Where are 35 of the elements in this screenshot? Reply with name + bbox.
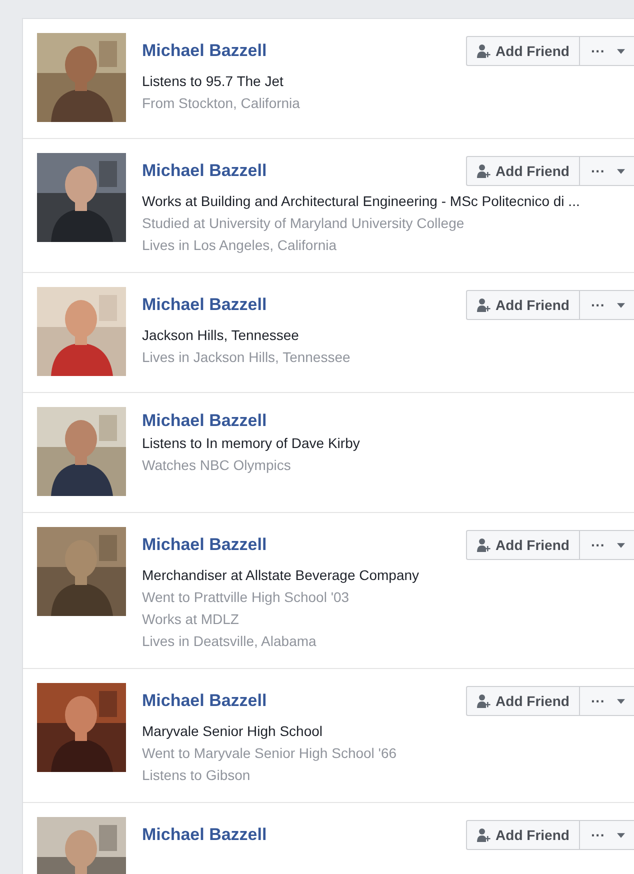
profile-detail: Listens to Gibson xyxy=(142,766,252,785)
add-friend-button[interactable]: Add Friend xyxy=(466,156,580,186)
profile-name-link[interactable]: Michael Bazzell xyxy=(142,691,267,711)
more-options-button[interactable]: ··· xyxy=(580,530,634,560)
profile-detail: Studied at University of Maryland University College xyxy=(142,214,466,233)
profile-detail: Went to Prattville High School '03 xyxy=(142,588,350,607)
more-options-button[interactable]: ··· xyxy=(580,156,634,186)
profile-detail: Lives in Los Angeles, California xyxy=(142,236,338,255)
more-options-button[interactable]: ··· xyxy=(580,36,634,66)
profile-detail: Went to Maryvale Senior High School '66 xyxy=(142,744,398,763)
profile-detail: Works at Building and Architectural Engineering - MSc Politecnico di ... xyxy=(142,192,581,211)
profile-detail: Watches NBC Olympics xyxy=(142,456,292,475)
profile-detail: Listens to 95.7 The Jet xyxy=(142,72,284,91)
profile-name-link[interactable]: Michael Bazzell xyxy=(142,535,267,555)
profile-name-link[interactable]: Michael Bazzell xyxy=(142,411,267,431)
profile-detail: From Stockton, California xyxy=(142,94,301,113)
profile-name-link[interactable]: Michael Bazzell xyxy=(142,295,267,315)
profile-name-link[interactable]: Michael Bazzell xyxy=(142,41,267,61)
more-options-button[interactable]: ··· xyxy=(580,686,634,716)
more-options-button[interactable]: ··· xyxy=(580,820,634,850)
more-options-button[interactable]: ··· xyxy=(580,290,634,320)
profile-detail: Jackson Hills, Tennessee xyxy=(142,326,300,345)
add-friend-button[interactable]: Add Friend xyxy=(466,290,580,320)
profile-detail: Works at MDLZ xyxy=(142,610,240,629)
add-friend-button[interactable]: Add Friend xyxy=(466,820,580,850)
add-friend-button[interactable]: Add Friend xyxy=(466,36,580,66)
profile-detail: Listens to In memory of Dave Kirby xyxy=(142,434,361,453)
profile-detail: Maryvale Senior High School xyxy=(142,722,324,741)
profile-name-link[interactable]: Michael Bazzell xyxy=(142,825,267,845)
profile-detail: Merchandiser at Allstate Beverage Company xyxy=(142,566,420,585)
add-friend-button[interactable]: Add Friend xyxy=(466,530,580,560)
add-friend-button[interactable]: Add Friend xyxy=(466,686,580,716)
profile-detail: Lives in Jackson Hills, Tennessee xyxy=(142,348,352,367)
profile-detail: Lives in Deatsville, Alabama xyxy=(142,632,318,651)
profile-name-link[interactable]: Michael Bazzell xyxy=(142,161,267,181)
